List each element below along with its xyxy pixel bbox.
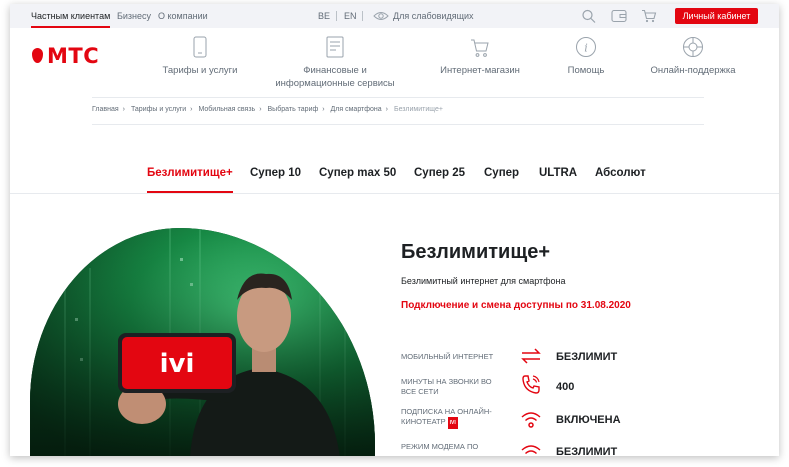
document-icon (326, 36, 344, 58)
feature-value: ВКЛЮЧЕНА (556, 414, 621, 426)
hero-image: ivi (30, 228, 375, 456)
svg-text:i: i (584, 42, 588, 55)
phone-icon (193, 36, 207, 58)
nav-label: Помощь (567, 65, 605, 76)
eye-icon (373, 12, 389, 20)
breadcrumb-item[interactable]: Выбрать тариф (268, 106, 319, 113)
tab-bezlimitische[interactable]: Безлимитище+ (147, 167, 233, 193)
chevron-right-icon: › (122, 106, 125, 113)
nav-help[interactable]: i Помощь (551, 36, 621, 77)
tab-super[interactable]: Супер (484, 167, 519, 179)
nav-label: Финансовые и информационные сервисы (275, 65, 395, 89)
info-icon: i (576, 37, 596, 57)
logo-text: МТС (47, 44, 100, 68)
personal-cabinet-button[interactable]: Личный кабинет (675, 8, 758, 24)
feature-value: БЕЗЛИМИТ (556, 446, 618, 456)
feature-value: БЕЗЛИМИТ (556, 351, 618, 363)
breadcrumb-item[interactable]: Для смартфона (331, 106, 382, 113)
lang-en[interactable]: EN (344, 4, 357, 28)
divider (336, 11, 337, 21)
ivi-screen-text: ivi (160, 349, 195, 379)
cart-icon[interactable] (641, 9, 657, 23)
top-bar: Частным клиентам Бизнесу О компании BE E… (10, 4, 779, 28)
lifebuoy-icon (683, 37, 703, 57)
nav-shop[interactable]: Интернет-магазин (425, 36, 535, 77)
feature-label-text: Подписка на онлайн-кинотеатр (401, 407, 492, 426)
nav-tariffs[interactable]: Тарифы и услуги (145, 36, 255, 77)
breadcrumb: Главная › Тарифы и услуги › Мобильная связ… (92, 106, 447, 113)
feature-label: Подписка на онлайн-кинотеатр ivi (401, 407, 501, 429)
breadcrumb-item[interactable]: Мобильная связь (198, 106, 255, 113)
divider (10, 193, 779, 194)
nav-label: Онлайн-поддержка (650, 65, 736, 76)
wifi-icon (521, 412, 541, 428)
breadcrumb-current: Безлимитище+ (393, 106, 443, 113)
arrows-icon (521, 348, 541, 364)
tariff-promo: Подключение и смена доступны по 31.08.20… (401, 300, 631, 311)
divider (362, 11, 363, 21)
divider (92, 97, 704, 98)
feature-value: 400 (556, 381, 575, 393)
tariff-title: Безлимитище+ (401, 241, 551, 263)
wifi-icon (521, 445, 541, 455)
ivi-badge: ivi (447, 417, 458, 429)
cart-icon (471, 39, 489, 57)
egg-icon (32, 48, 43, 63)
lang-be[interactable]: BE (318, 4, 330, 28)
feature-label: Минуты на звонки во все сети (401, 377, 492, 396)
nav-label: Тарифы и услуги (162, 65, 238, 76)
segment-business[interactable]: Бизнесу (117, 4, 151, 28)
nav-support[interactable]: Онлайн-поддержка (638, 36, 748, 77)
tab-super-max-50[interactable]: Супер max 50 (319, 167, 396, 179)
tariff-subtitle: Безлимитный интернет для смартфона (401, 276, 566, 286)
accessibility-link[interactable]: Для слабовидящих (393, 4, 474, 28)
browser-frame: Частным клиентам Бизнесу О компании BE E… (10, 4, 779, 456)
feature-label: Режим модема по (401, 442, 479, 451)
phone-call-icon (522, 375, 540, 394)
divider (92, 124, 704, 125)
mts-logo[interactable]: МТС (32, 44, 122, 68)
wallet-icon[interactable] (611, 9, 627, 23)
chevron-right-icon: › (190, 106, 193, 113)
breadcrumb-item[interactable]: Главная (92, 106, 119, 113)
tab-super-10[interactable]: Супер 10 (250, 167, 301, 179)
chevron-right-icon: › (259, 106, 262, 113)
segment-private[interactable]: Частным клиентам (31, 4, 111, 28)
hero-illustration: ivi (30, 228, 375, 456)
feature-label: Мобильный интернет (401, 352, 494, 361)
tab-ultra[interactable]: ULTRA (539, 167, 577, 179)
breadcrumb-item[interactable]: Тарифы и услуги (131, 106, 186, 113)
chevron-right-icon: › (385, 106, 389, 113)
nav-label: Интернет-магазин (440, 65, 520, 76)
nav-financial[interactable]: Финансовые и информационные сервисы (265, 36, 405, 90)
chevron-right-icon: › (322, 106, 325, 113)
tab-super-25[interactable]: Супер 25 (414, 167, 465, 179)
tab-absolut[interactable]: Абсолют (595, 167, 646, 179)
search-icon[interactable] (581, 9, 597, 23)
segment-about[interactable]: О компании (158, 4, 208, 28)
